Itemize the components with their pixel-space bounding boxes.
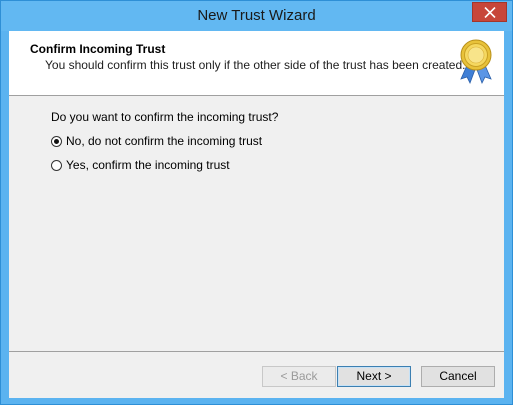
certificate-seal-icon bbox=[460, 39, 492, 84]
wizard-window: New Trust Wizard Confirm Incoming Trust … bbox=[0, 0, 513, 405]
close-button[interactable] bbox=[472, 2, 507, 22]
window-title: New Trust Wizard bbox=[197, 7, 316, 24]
page-title: Confirm Incoming Trust bbox=[30, 42, 166, 56]
page-subtitle: You should confirm this trust only if th… bbox=[45, 58, 466, 72]
wizard-header: Confirm Incoming Trust You should confir… bbox=[9, 31, 504, 96]
title-bar[interactable]: New Trust Wizard bbox=[1, 1, 512, 31]
radio-yes-confirm[interactable] bbox=[51, 159, 62, 171]
radio-no-confirm[interactable] bbox=[51, 135, 62, 147]
back-button[interactable]: < Back bbox=[262, 366, 336, 387]
wizard-client-area: Confirm Incoming Trust You should confir… bbox=[9, 31, 504, 398]
option-yes-confirm-label: Yes, confirm the incoming trust bbox=[66, 158, 230, 172]
footer-divider bbox=[9, 351, 504, 352]
cancel-button[interactable]: Cancel bbox=[421, 366, 495, 387]
confirm-question: Do you want to confirm the incoming trus… bbox=[51, 110, 279, 124]
option-yes-confirm[interactable]: Yes, confirm the incoming trust bbox=[51, 158, 230, 172]
option-no-confirm-label: No, do not confirm the incoming trust bbox=[66, 134, 263, 148]
option-no-confirm[interactable]: No, do not confirm the incoming trust bbox=[51, 134, 262, 148]
next-button[interactable]: Next > bbox=[337, 366, 411, 387]
close-icon bbox=[484, 7, 496, 18]
